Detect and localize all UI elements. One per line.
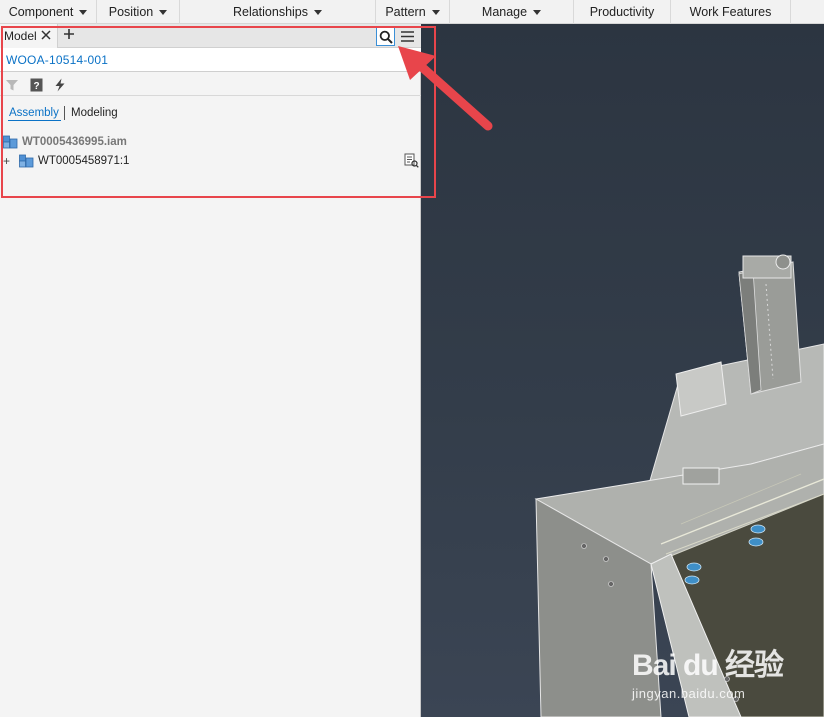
ribbon-panel-label: Relationships xyxy=(232,5,309,19)
watermark-sub-text: jingyan.baidu.com xyxy=(632,686,746,701)
ribbon-panel-component[interactable]: Component xyxy=(0,0,97,24)
ribbon-panel-label: Productivity xyxy=(589,5,655,19)
annotation-highlight-box xyxy=(1,26,436,198)
ribbon-panel-manage[interactable]: Manage xyxy=(450,0,574,24)
ribbon-panel-pattern[interactable]: Pattern xyxy=(376,0,450,24)
ribbon-panel-label: Work Features xyxy=(689,5,772,19)
chevron-down-icon xyxy=(79,9,88,15)
ribbon-panel-label: Pattern xyxy=(385,5,426,19)
watermark-main-text: Bai du 经验 xyxy=(632,649,784,682)
chevron-down-icon xyxy=(533,9,542,15)
ribbon-panel-productivity[interactable]: Productivity xyxy=(574,0,671,24)
baidu-watermark: Bai du 经验 jingyan.baidu.com xyxy=(632,640,784,701)
ribbon-panel-position[interactable]: Position xyxy=(97,0,180,24)
chevron-down-icon xyxy=(159,9,168,15)
annotation-arrow-icon xyxy=(398,46,493,131)
chevron-down-icon xyxy=(431,9,440,15)
ribbon-panel-bar: Component Position Relationships Pattern… xyxy=(0,0,824,24)
ribbon-panel-work-features[interactable]: Work Features xyxy=(671,0,791,24)
ribbon-panel-label: Position xyxy=(108,5,154,19)
ribbon-panel-label: Component xyxy=(8,5,74,19)
chevron-down-icon xyxy=(314,9,323,15)
ribbon-panel-label: Manage xyxy=(481,5,528,19)
ribbon-panel-relationships[interactable]: Relationships xyxy=(180,0,376,24)
